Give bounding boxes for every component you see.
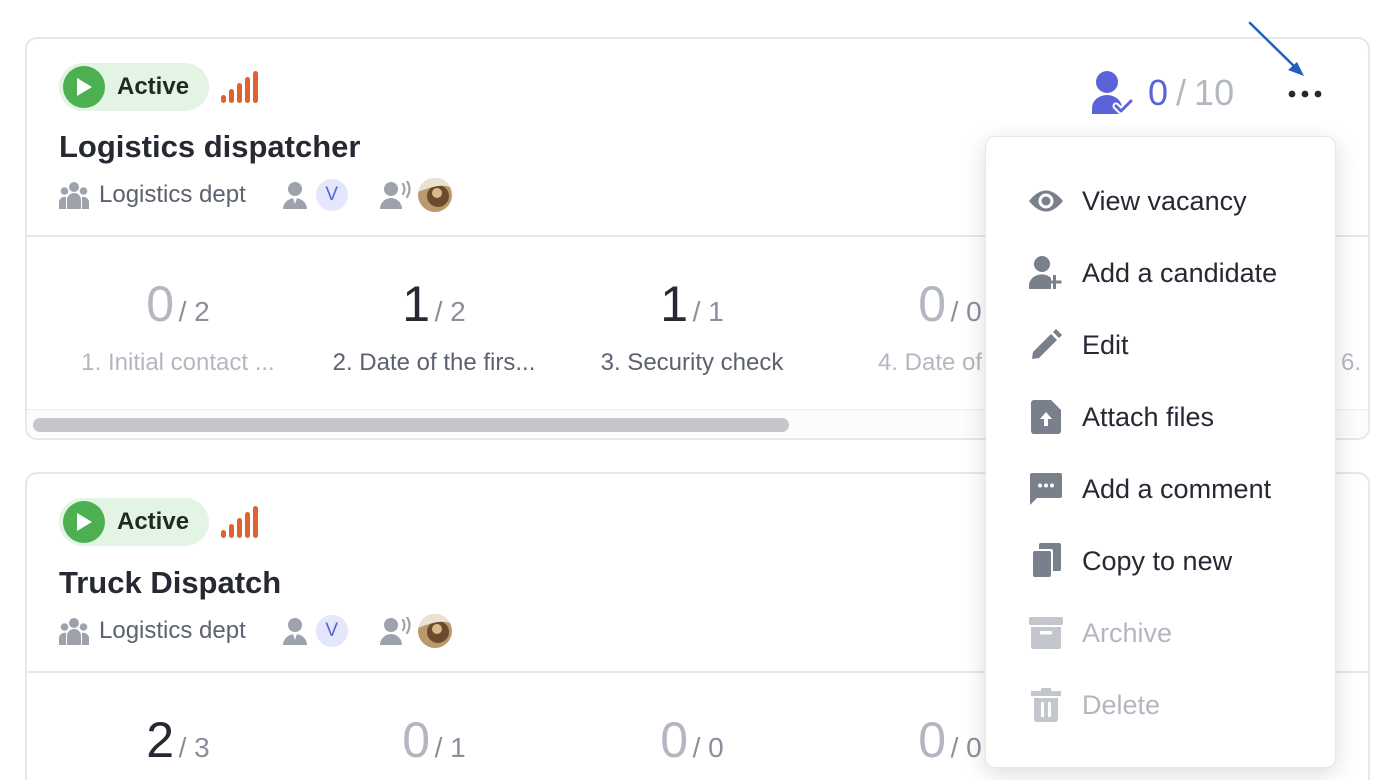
department-label: Logistics dept [99, 181, 246, 208]
stage-name: 3. Security check [600, 349, 784, 376]
avatar[interactable] [417, 614, 452, 648]
comment-icon [1028, 471, 1064, 507]
stage-name: 2. Date of the firs... [332, 349, 536, 376]
stage-total: / 2 [178, 296, 210, 327]
hired-total: 10 [1194, 72, 1235, 113]
vacancy-meta: Logistics dept V [59, 613, 452, 649]
vacancy-meta: Logistics dept V [59, 177, 452, 213]
stage-total: / 3 [178, 732, 210, 763]
stage-count: 2 [146, 712, 175, 768]
pipeline-stage[interactable]: 1 / 1 3. Security check [563, 277, 821, 377]
hired-count: 0 [1148, 72, 1169, 113]
department-icon [59, 618, 89, 645]
stage-count: 0 [402, 712, 431, 768]
copy-icon [1028, 543, 1064, 579]
status-label: Active [117, 73, 190, 100]
pencil-icon [1028, 327, 1064, 363]
stage-count: 1 [402, 276, 431, 332]
stage-total: / 0 [950, 296, 982, 327]
status-badge: Active [59, 63, 210, 111]
status-badge: Active [59, 498, 210, 546]
eye-icon [1028, 183, 1064, 219]
menu-item-label: Copy to new [1082, 545, 1233, 576]
person-icon [282, 182, 307, 209]
menu-item-edit[interactable]: Edit [986, 309, 1335, 381]
stage-count: 1 [660, 276, 689, 332]
stage-total: / 1 [692, 296, 724, 327]
vacancy-title[interactable]: Truck Dispatch [59, 565, 281, 601]
trash-icon [1028, 687, 1064, 723]
avatar[interactable]: V [315, 615, 348, 647]
menu-item-add-comment[interactable]: Add a comment [986, 453, 1335, 525]
pipeline-stage[interactable]: 0 / 2 1. Initial contact ... [49, 277, 307, 377]
menu-item-label: Archive [1082, 617, 1173, 648]
stage-total: / 0 [692, 732, 724, 763]
menu-item-label: Delete [1082, 689, 1161, 720]
avatar[interactable] [417, 178, 452, 212]
stage-total: / 1 [434, 732, 466, 763]
pipeline-stage[interactable]: 2 / 3 [49, 713, 307, 767]
hired-counter[interactable]: 0 / 10 [1090, 70, 1234, 116]
add-person-icon [1028, 255, 1064, 291]
menu-item-label: View vacancy [1082, 185, 1247, 216]
play-icon [63, 501, 105, 543]
recruiter-icon [379, 181, 411, 209]
context-menu: View vacancy Add a candidate Edit Attach… [985, 136, 1336, 768]
pipeline-stage[interactable]: 0 / 1 [305, 713, 563, 767]
stage-total: / 0 [950, 732, 982, 763]
menu-item-label: Add a candidate [1082, 257, 1278, 288]
stage-name: 1. Initial contact ... [81, 349, 275, 376]
stage-count: 0 [660, 712, 689, 768]
avatar[interactable]: V [315, 179, 348, 211]
priority-signal-icon [221, 506, 258, 538]
menu-item-label: Attach files [1082, 401, 1215, 432]
stage-count: 0 [918, 276, 947, 332]
recruiter-icon [379, 617, 411, 645]
menu-item-delete[interactable]: Delete [986, 669, 1335, 741]
ellipsis-icon [1288, 90, 1322, 98]
department-icon [59, 182, 89, 209]
more-actions-button[interactable] [1284, 78, 1326, 110]
pointer-arrow-icon [1248, 21, 1304, 76]
counter-separator: / [1176, 72, 1187, 113]
menu-item-archive[interactable]: Archive [986, 597, 1335, 669]
file-upload-icon [1028, 399, 1064, 435]
stage-count: 0 [918, 712, 947, 768]
status-label: Active [117, 508, 190, 535]
menu-item-label: Add a comment [1082, 473, 1272, 504]
menu-item-copy-to-new[interactable]: Copy to new [986, 525, 1335, 597]
pipeline-stage[interactable]: 0 / 0 [563, 713, 821, 767]
menu-item-label: Edit [1082, 329, 1129, 360]
stage-name: 6. [1341, 349, 1362, 376]
priority-signal-icon [221, 71, 258, 103]
scrollbar-thumb[interactable] [33, 418, 789, 432]
department-label: Logistics dept [99, 617, 246, 644]
pipeline-stage[interactable]: 6. [1333, 277, 1368, 377]
archive-icon [1028, 615, 1064, 651]
vacancy-title[interactable]: Logistics dispatcher [59, 129, 360, 165]
stage-count: 0 [146, 276, 175, 332]
menu-item-view-vacancy[interactable]: View vacancy [986, 165, 1335, 237]
play-icon [63, 66, 105, 108]
menu-item-add-candidate[interactable]: Add a candidate [986, 237, 1335, 309]
pipeline-stage[interactable]: 1 / 2 2. Date of the firs... [305, 277, 563, 377]
person-icon [282, 618, 307, 645]
menu-item-attach-files[interactable]: Attach files [986, 381, 1335, 453]
stage-total: / 2 [434, 296, 466, 327]
person-check-icon [1092, 71, 1134, 115]
